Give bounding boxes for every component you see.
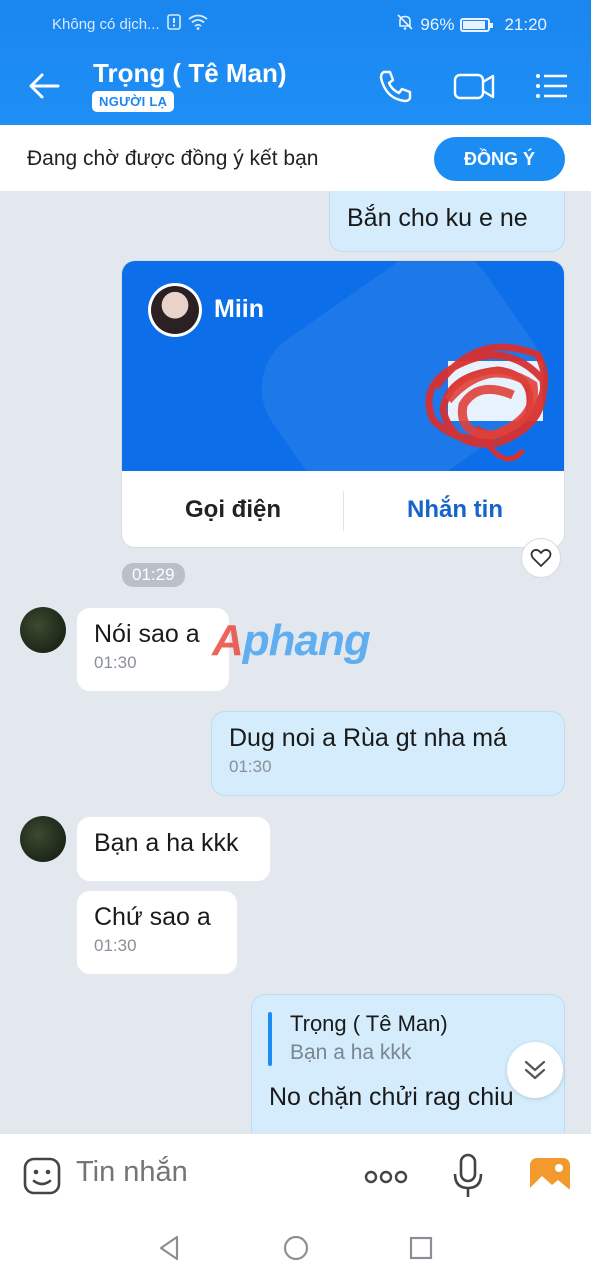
message-bubble-received[interactable]: Nói sao a 01:30 [76,607,230,692]
message-time: 01:30 [94,653,137,672]
message-bubble-sent[interactable]: Dug noi a Rùa gt nha má 01:30 [211,711,565,796]
friend-request-text: Đang chờ được đồng ý kết bạn [27,147,319,170]
carrier-label: Không có dịch... [52,15,160,33]
battery-icon [460,17,494,32]
home-circle-icon[interactable] [281,1233,311,1263]
avatar[interactable] [20,816,66,862]
contact-card-banner: Miin [122,261,564,471]
back-triangle-icon[interactable] [155,1233,185,1263]
battery-percent: 96% [420,14,455,34]
image-gallery-icon[interactable] [528,1154,572,1198]
message-input-bar [0,1133,591,1217]
heart-react-icon[interactable] [521,538,561,578]
wifi-icon [188,14,208,34]
clock: 21:20 [504,14,547,34]
sticker-icon[interactable] [22,1156,62,1196]
contact-card[interactable]: Miin Gọi điện Nhắn tin [121,260,565,548]
microphone-icon[interactable] [451,1152,485,1200]
watermark-logo: Aphang [212,616,371,666]
scroll-down-button[interactable] [507,1042,563,1098]
message-time: 01:30 [94,936,137,955]
mute-bell-icon [396,13,414,36]
more-options-icon[interactable] [363,1162,409,1192]
timestamp-chip: 01:29 [122,563,185,587]
divider [343,491,344,531]
message-button[interactable]: Nhắn tin [344,471,564,547]
double-chevron-down-icon [524,1060,546,1080]
message-input[interactable] [76,1156,336,1189]
message-text: Bắn cho ku e ne [347,204,528,232]
phone-icon[interactable] [375,66,415,106]
system-nav-bar [0,1217,591,1280]
chat-header: Trọng ( Tê Man) NGƯỜI LẠ [0,46,591,125]
message-bubble-received[interactable]: Bạn a ha kkk [76,816,271,882]
back-arrow-icon[interactable] [22,64,66,108]
redaction-scribble [425,343,549,462]
message-text: Chứ sao a [94,903,211,931]
quote-bar [268,1012,272,1066]
message-text: Dug noi a Rùa gt nha má [229,724,507,752]
watermark-letter: A [212,616,244,665]
card-contact-name: Miin [214,295,264,323]
message-text: Bạn a ha kkk [94,829,239,857]
accept-button[interactable]: ĐỒNG Ý [434,137,565,181]
call-button[interactable]: Gọi điện [122,471,344,547]
message-text: Nói sao a [94,620,200,648]
contact-name[interactable]: Trọng ( Tê Man) [93,58,287,89]
stranger-tag: NGƯỜI LẠ [92,91,175,112]
avatar [148,283,202,337]
status-bar: Không có dịch... 96% 21:20 [0,0,591,46]
message-text: No chặn chửi rag chiu [269,1083,514,1111]
quoted-sender: Trọng ( Tê Man) [290,1011,448,1036]
message-bubble-received[interactable]: Chứ sao a 01:30 [76,890,238,975]
top-bar: Không có dịch... 96% 21:20 Trọng ( Tê Ma… [0,0,591,125]
quoted-text: Bạn a ha kkk [290,1041,412,1064]
watermark-text: phang [242,616,371,665]
message-time: 01:30 [229,757,272,776]
menu-list-icon[interactable] [532,66,572,106]
video-call-icon[interactable] [452,66,495,106]
message-bubble-sent[interactable]: Bắn cho ku e ne [329,191,565,252]
sim-alert-icon [166,14,182,34]
avatar[interactable] [20,607,66,653]
friend-request-bar: Đang chờ được đồng ý kết bạn ĐỒNG Ý [0,125,591,191]
chat-area[interactable]: Bắn cho ku e ne Miin Gọi điện Nhắn tin 0… [0,191,591,1133]
recents-square-icon[interactable] [406,1233,436,1263]
